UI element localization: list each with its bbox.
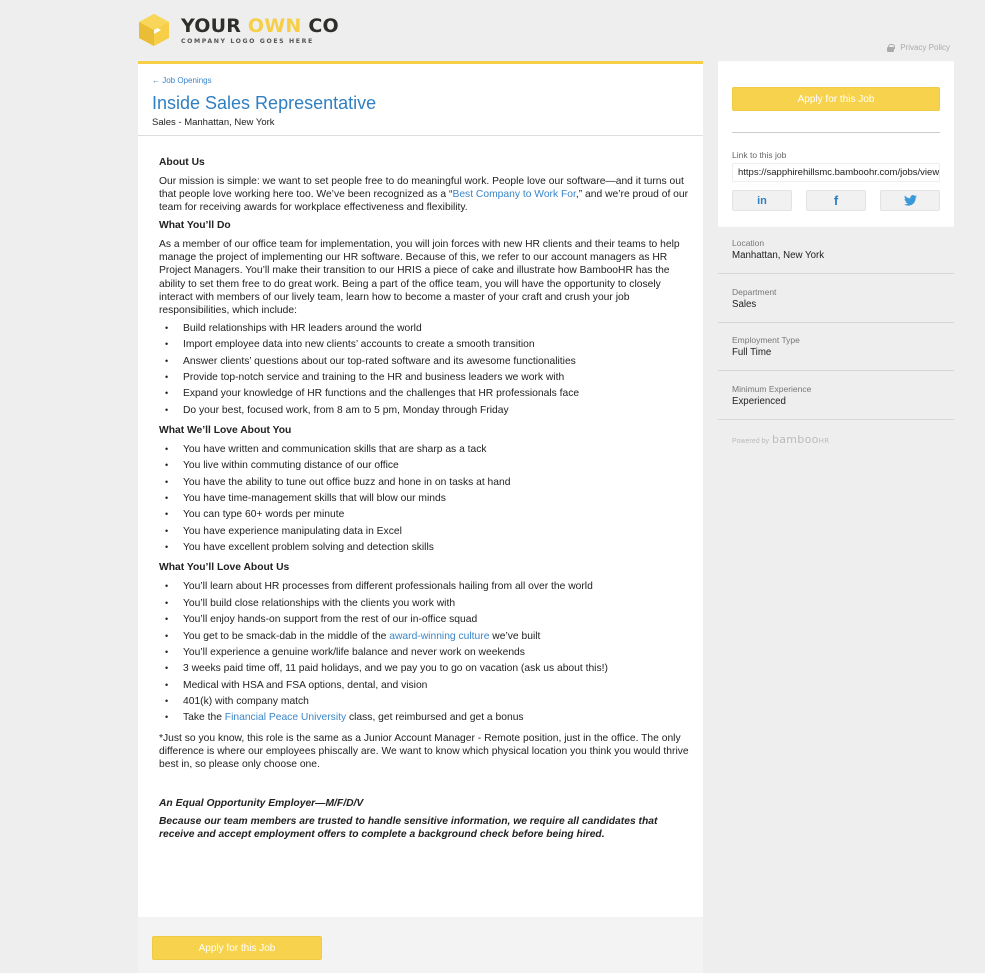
department-value: Sales	[732, 299, 757, 310]
list-item: Medical with HSA and FSA options, dental…	[159, 679, 689, 692]
what-youll-do-text: As a member of our office team for imple…	[159, 239, 680, 316]
list-item: Expand your knowledge of HR functions an…	[159, 387, 689, 400]
about-us-text: Our mission is simple: we want to set pe…	[159, 175, 689, 214]
detail-divider	[718, 322, 954, 323]
share-buttons: in f	[732, 190, 940, 211]
list-item: You have the ability to tune out office …	[159, 476, 689, 489]
minimum-experience-value: Experienced	[732, 396, 786, 407]
detail-divider	[718, 419, 954, 420]
logo-tagline: COMPANY LOGO GOES HERE	[181, 37, 314, 45]
department-label: Department	[732, 287, 777, 297]
item-text: Take the	[183, 712, 225, 724]
best-company-link[interactable]: Best Company to Work For	[452, 189, 575, 200]
privacy-policy-label: Privacy Policy	[900, 43, 950, 52]
twitter-icon	[903, 195, 917, 206]
bamboohr-logo: bambooHR	[772, 433, 829, 446]
list-item: Take the Financial Peace University clas…	[159, 711, 689, 724]
list-item: Import employee data into new clients’ a…	[159, 338, 689, 351]
list-item: You’ll enjoy hands-on support from the r…	[159, 613, 689, 626]
location-value: Manhattan, New York	[732, 250, 825, 261]
location-detail: Location Manhattan, New York	[718, 238, 954, 262]
what-youll-do-heading: What You’ll Do	[159, 220, 231, 232]
list-item: You can type 60+ words per minute	[159, 508, 689, 521]
job-subtitle: Sales - Manhattan, New York	[152, 117, 275, 128]
apply-for-job-button[interactable]: Apply for this Job	[732, 87, 940, 111]
background-check-statement: Because our team members are trusted to …	[159, 815, 658, 841]
sidebar-divider	[732, 132, 940, 133]
item-text: You get to be smack-dab in the middle of…	[183, 630, 390, 642]
list-item: Provide top-notch service and training t…	[159, 371, 689, 384]
list-item: 3 weeks paid time off, 11 paid holidays,…	[159, 662, 689, 675]
privacy-policy-link[interactable]: Privacy Policy	[887, 43, 950, 52]
list-item: You have excellent problem solving and d…	[159, 541, 689, 554]
link-to-job-label: Link to this job	[732, 150, 787, 160]
equal-opportunity-statement: An Equal Opportunity Employer—M/F/D/V	[159, 797, 364, 809]
employment-type-value: Full Time	[732, 347, 772, 358]
employment-type-detail: Employment Type Full Time	[718, 335, 954, 359]
bamboo-wordmark: bamboo	[771, 433, 819, 446]
powered-by-label: Powered by	[732, 438, 769, 445]
footnote: *Just so you know, this role is the same…	[159, 732, 689, 770]
love-about-you-heading: What We’ll Love About You	[159, 424, 292, 436]
item-text: we’ve built	[489, 630, 541, 642]
about-us-heading: About Us	[159, 157, 205, 168]
list-item: You have time-management skills that wil…	[159, 492, 689, 505]
list-item: You have experience manipulating data in…	[159, 525, 689, 538]
facebook-share-button[interactable]: f	[806, 190, 866, 211]
apply-for-job-button-bottom[interactable]: Apply for this Job	[152, 936, 322, 960]
love-about-us-list: You’ll learn about HR processes from dif…	[159, 580, 689, 724]
hr-wordmark: HR	[818, 437, 830, 445]
item-text: class, get reimbursed and get a bonus	[346, 712, 524, 724]
company-logo[interactable]: YOUR OWN CO COMPANY LOGO GOES HERE	[137, 13, 339, 47]
twitter-share-button[interactable]	[880, 190, 940, 211]
facebook-icon: f	[833, 193, 839, 208]
award-winning-culture-link[interactable]: award-winning culture	[389, 631, 489, 642]
financial-peace-university-link[interactable]: Financial Peace University	[225, 712, 346, 723]
minimum-experience-detail: Minimum Experience Experienced	[718, 384, 954, 408]
list-item: 401(k) with company match	[159, 695, 689, 708]
logo-word-co: CO	[301, 14, 339, 37]
list-item: Answer clients’ questions about our top-…	[159, 355, 689, 368]
location-label: Location	[732, 238, 765, 248]
love-about-us-heading: What You’ll Love About Us	[159, 562, 290, 574]
logo-word-your: YOUR	[181, 14, 248, 37]
love-about-you-list: You have written and communication skill…	[159, 443, 689, 555]
title-divider	[138, 135, 703, 136]
job-title: Inside Sales Representative	[152, 93, 377, 113]
job-description-panel: ← Job Openings Inside Sales Representati…	[138, 61, 703, 917]
linkedin-icon: in	[757, 194, 767, 207]
lock-icon	[887, 43, 896, 52]
hexagon-logo-icon	[139, 14, 169, 46]
list-item: You have written and communication skill…	[159, 443, 689, 456]
minimum-experience-label: Minimum Experience	[732, 384, 812, 394]
list-item: You live within commuting distance of ou…	[159, 459, 689, 472]
list-item: You get to be smack-dab in the middle of…	[159, 630, 689, 643]
employment-type-label: Employment Type	[732, 335, 800, 345]
logo-word-own: OWN	[247, 14, 302, 37]
responsibilities-list: Build relationships with HR leaders arou…	[159, 322, 689, 417]
linkedin-share-button[interactable]: in	[732, 190, 792, 211]
list-item: Do your best, focused work, from 8 am to…	[159, 404, 689, 417]
list-item: You’ll experience a genuine work/life ba…	[159, 646, 689, 659]
list-item: You’ll build close relationships with th…	[159, 597, 689, 610]
job-openings-back-link[interactable]: ← Job Openings	[152, 76, 212, 85]
detail-divider	[718, 370, 954, 371]
bottom-apply-bar: Apply for this Job	[138, 917, 703, 973]
powered-by-bamboohr[interactable]: Powered by bambooHR	[732, 433, 829, 446]
list-item: Build relationships with HR leaders arou…	[159, 322, 689, 335]
job-link-field[interactable]: https://sapphirehillsmc.bamboohr.com/job…	[732, 163, 940, 182]
apply-sidebar-card: Apply for this Job Link to this job http…	[718, 61, 954, 227]
department-detail: Department Sales	[718, 287, 954, 311]
job-description: About Us Our mission is simple: we want …	[159, 156, 689, 846]
list-item: You’ll learn about HR processes from dif…	[159, 580, 689, 593]
detail-divider	[718, 273, 954, 274]
